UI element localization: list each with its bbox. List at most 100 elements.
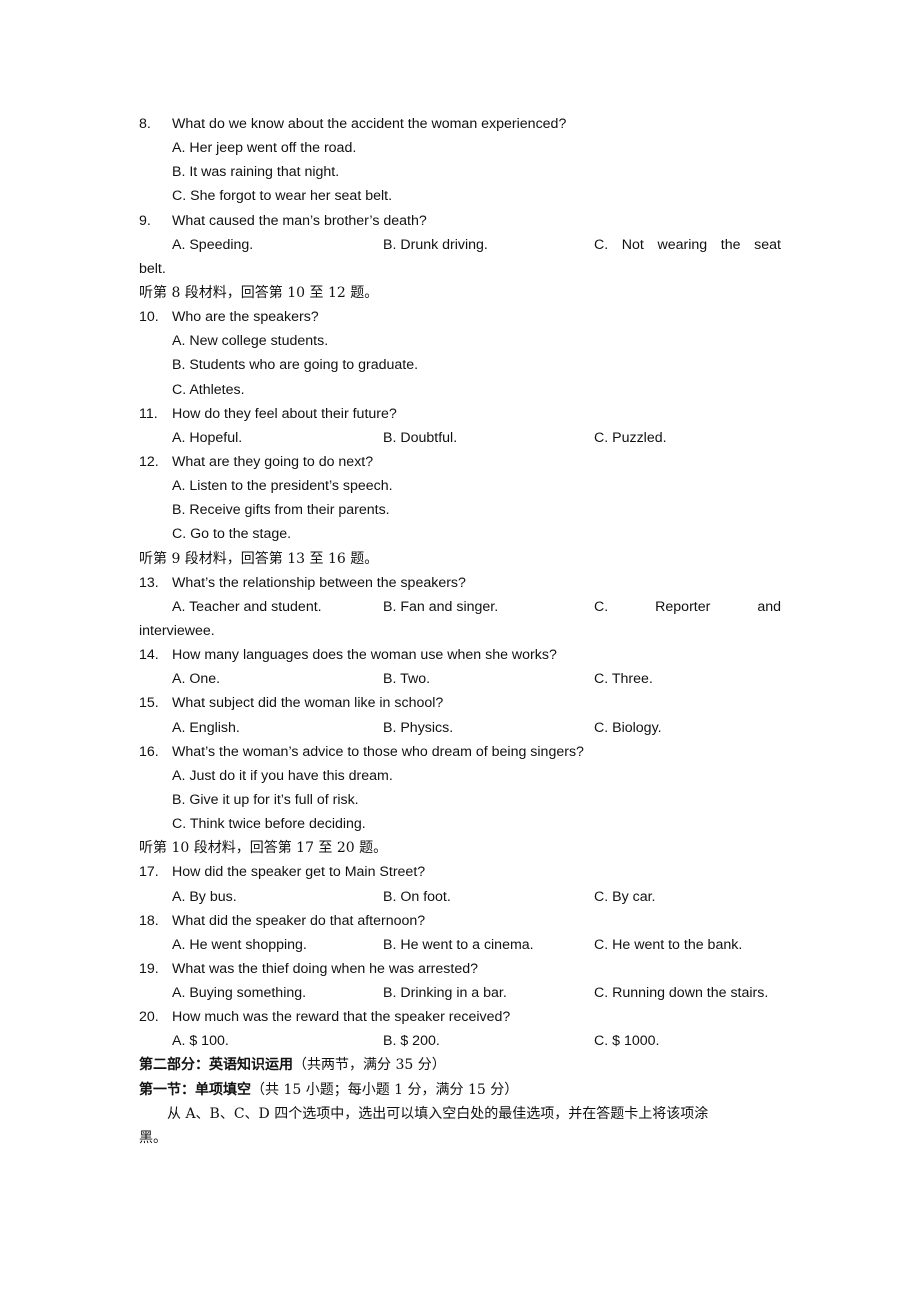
question-text: How many languages does the woman use wh…	[172, 647, 557, 664]
question-text: What subject did the woman like in schoo…	[172, 695, 444, 712]
question-text: What are they going to do next?	[172, 453, 374, 470]
question-number: 17.	[139, 864, 159, 881]
question-text: What caused the man’s brother’s death?	[172, 212, 427, 229]
option-a: A. Just do it if you have this dream.	[172, 767, 393, 784]
question-text: How do they feel about their future?	[172, 405, 397, 422]
option-c: C. She forgot to wear her seat belt.	[172, 188, 393, 205]
question-text: What’s the woman’s advice to those who d…	[172, 743, 584, 760]
question-text: What’s the relationship between the spea…	[172, 574, 466, 591]
option-b: B. Fan and singer.	[383, 598, 499, 615]
section-instruction: 听第 9 段材料，回答第 13 至 16 题。	[139, 550, 379, 567]
option-b: B. Two.	[383, 671, 431, 688]
option-a: A. He went shopping.	[172, 936, 307, 953]
question-number: 19.	[139, 960, 159, 977]
option-b: B. Receive gifts from their parents.	[172, 502, 390, 519]
question-number: 15.	[139, 695, 159, 712]
question-9: 9. What caused the man’s brother’s death…	[139, 209, 781, 233]
question-number: 16.	[139, 743, 159, 760]
option-b: B. On foot.	[383, 888, 451, 905]
option-c: C. By car.	[594, 888, 656, 905]
instruction-text: 从 A、B、C、D 四个选项中，选出可以填入空白处的最佳选项，并在答题卡上将该项…	[167, 1105, 709, 1122]
question-text: How did the speaker get to Main Street?	[172, 864, 426, 881]
option-c: C. Reporter and	[594, 595, 781, 619]
option-c-word: and	[757, 598, 781, 615]
question-16: 16. What’s the woman’s advice to those w…	[139, 740, 781, 764]
option-c: C. Go to the stage.	[172, 526, 292, 543]
exam-page: 8. What do we know about the accident th…	[139, 112, 781, 1150]
option-b: B. Doubtful.	[383, 429, 458, 446]
option-a: A. New college students.	[172, 333, 329, 350]
option-c-word: Not	[621, 236, 644, 253]
question-11: 11. How do they feel about their future?	[139, 402, 781, 426]
option-b: B. $ 200.	[383, 1033, 440, 1050]
question-20: 20. How much was the reward that the spe…	[139, 1005, 781, 1029]
option-a: A. Her jeep went off the road.	[172, 140, 357, 157]
section-heading-note: （共 15 小题；每小题 1 分，满分 15 分）	[251, 1081, 519, 1098]
section-instruction: 听第 10 段材料，回答第 17 至 20 题。	[139, 840, 388, 857]
question-number: 13.	[139, 574, 159, 591]
part-heading: 第二部分：英语知识运用（共两节，满分 35 分）	[139, 1053, 781, 1077]
option-c-word: Reporter	[655, 598, 711, 615]
option-a: A. By bus.	[172, 888, 237, 905]
question-12: 12. What are they going to do next?	[139, 450, 781, 474]
option-c: C. $ 1000.	[594, 1033, 660, 1050]
question-number: 10.	[139, 309, 159, 326]
option-a: A. Speeding.	[172, 236, 254, 253]
question-number: 9.	[139, 212, 151, 229]
option-b: B. Give it up for it’s full of risk.	[172, 791, 359, 808]
option-a: A. $ 100.	[172, 1033, 229, 1050]
question-number: 8.	[139, 116, 151, 132]
option-b: B. Drinking in a bar.	[383, 985, 507, 1002]
question-number: 11.	[139, 405, 158, 422]
part-heading-note: （共两节，满分 35 分）	[293, 1057, 446, 1074]
option-c: C. He went to the bank.	[594, 936, 743, 953]
section-instruction: 听第 8 段材料，回答第 10 至 12 题。	[139, 284, 379, 301]
question-14: 14. How many languages does the woman us…	[139, 643, 781, 667]
option-b: B. Drunk driving.	[383, 236, 488, 253]
option-c: C. Three.	[594, 671, 653, 688]
option-a: A. Hopeful.	[172, 429, 243, 446]
option-b: B. Students who are going to graduate.	[172, 357, 419, 374]
option-c: C. Biology.	[594, 719, 662, 736]
section-heading: 第一节：单项填空（共 15 小题；每小题 1 分，满分 15 分）	[139, 1078, 781, 1102]
question-17: 17. How did the speaker get to Main Stre…	[139, 860, 781, 884]
option-b: B. He went to a cinema.	[383, 936, 534, 953]
option-a: A. Listen to the president’s speech.	[172, 478, 393, 495]
option-c: C. Puzzled.	[594, 429, 667, 446]
question-text: What did the speaker do that afternoon?	[172, 912, 426, 929]
question-15: 15. What subject did the woman like in s…	[139, 691, 781, 715]
option-b: B. It was raining that night.	[172, 164, 340, 181]
part-heading-title: 第二部分：英语知识运用	[139, 1057, 293, 1074]
question-10: 10. Who are the speakers?	[139, 305, 781, 329]
question-19: 19. What was the thief doing when he was…	[139, 957, 781, 981]
option-c-word: C.	[594, 236, 609, 253]
option-c: C. Running down the stairs.	[594, 985, 769, 1002]
question-number: 12.	[139, 453, 159, 470]
question-8: 8. What do we know about the accident th…	[139, 112, 781, 136]
option-c: C. Think twice before deciding.	[172, 816, 366, 833]
question-text: What do we know about the accident the w…	[172, 116, 567, 132]
option-c-wrap: belt.	[139, 260, 166, 277]
option-c-word: seat	[754, 236, 781, 253]
option-a: A. English.	[172, 719, 240, 736]
option-b: B. Physics.	[383, 719, 454, 736]
question-text: What was the thief doing when he was arr…	[172, 960, 478, 977]
option-a: A. Buying something.	[172, 985, 307, 1002]
question-number: 14.	[139, 647, 159, 664]
question-text: Who are the speakers?	[172, 309, 319, 326]
question-text: How much was the reward that the speaker…	[172, 1009, 511, 1026]
question-18: 18. What did the speaker do that afterno…	[139, 909, 781, 933]
question-number: 20.	[139, 1009, 159, 1026]
question-number: 18.	[139, 912, 159, 929]
instruction-text-wrap: 黑。	[139, 1129, 167, 1146]
option-c-word: wearing	[657, 236, 708, 253]
option-a: A. One.	[172, 671, 221, 688]
section-heading-title: 第一节：单项填空	[139, 1081, 251, 1098]
option-c-wrap: interviewee.	[139, 622, 215, 639]
option-c: C. Athletes.	[172, 381, 245, 398]
option-a: A. Teacher and student.	[172, 598, 322, 615]
option-c-word: C.	[594, 598, 609, 615]
question-13: 13. What’s the relationship between the …	[139, 571, 781, 595]
option-c-word: the	[720, 236, 741, 253]
option-c: C. Not wearing the seat	[594, 233, 781, 257]
